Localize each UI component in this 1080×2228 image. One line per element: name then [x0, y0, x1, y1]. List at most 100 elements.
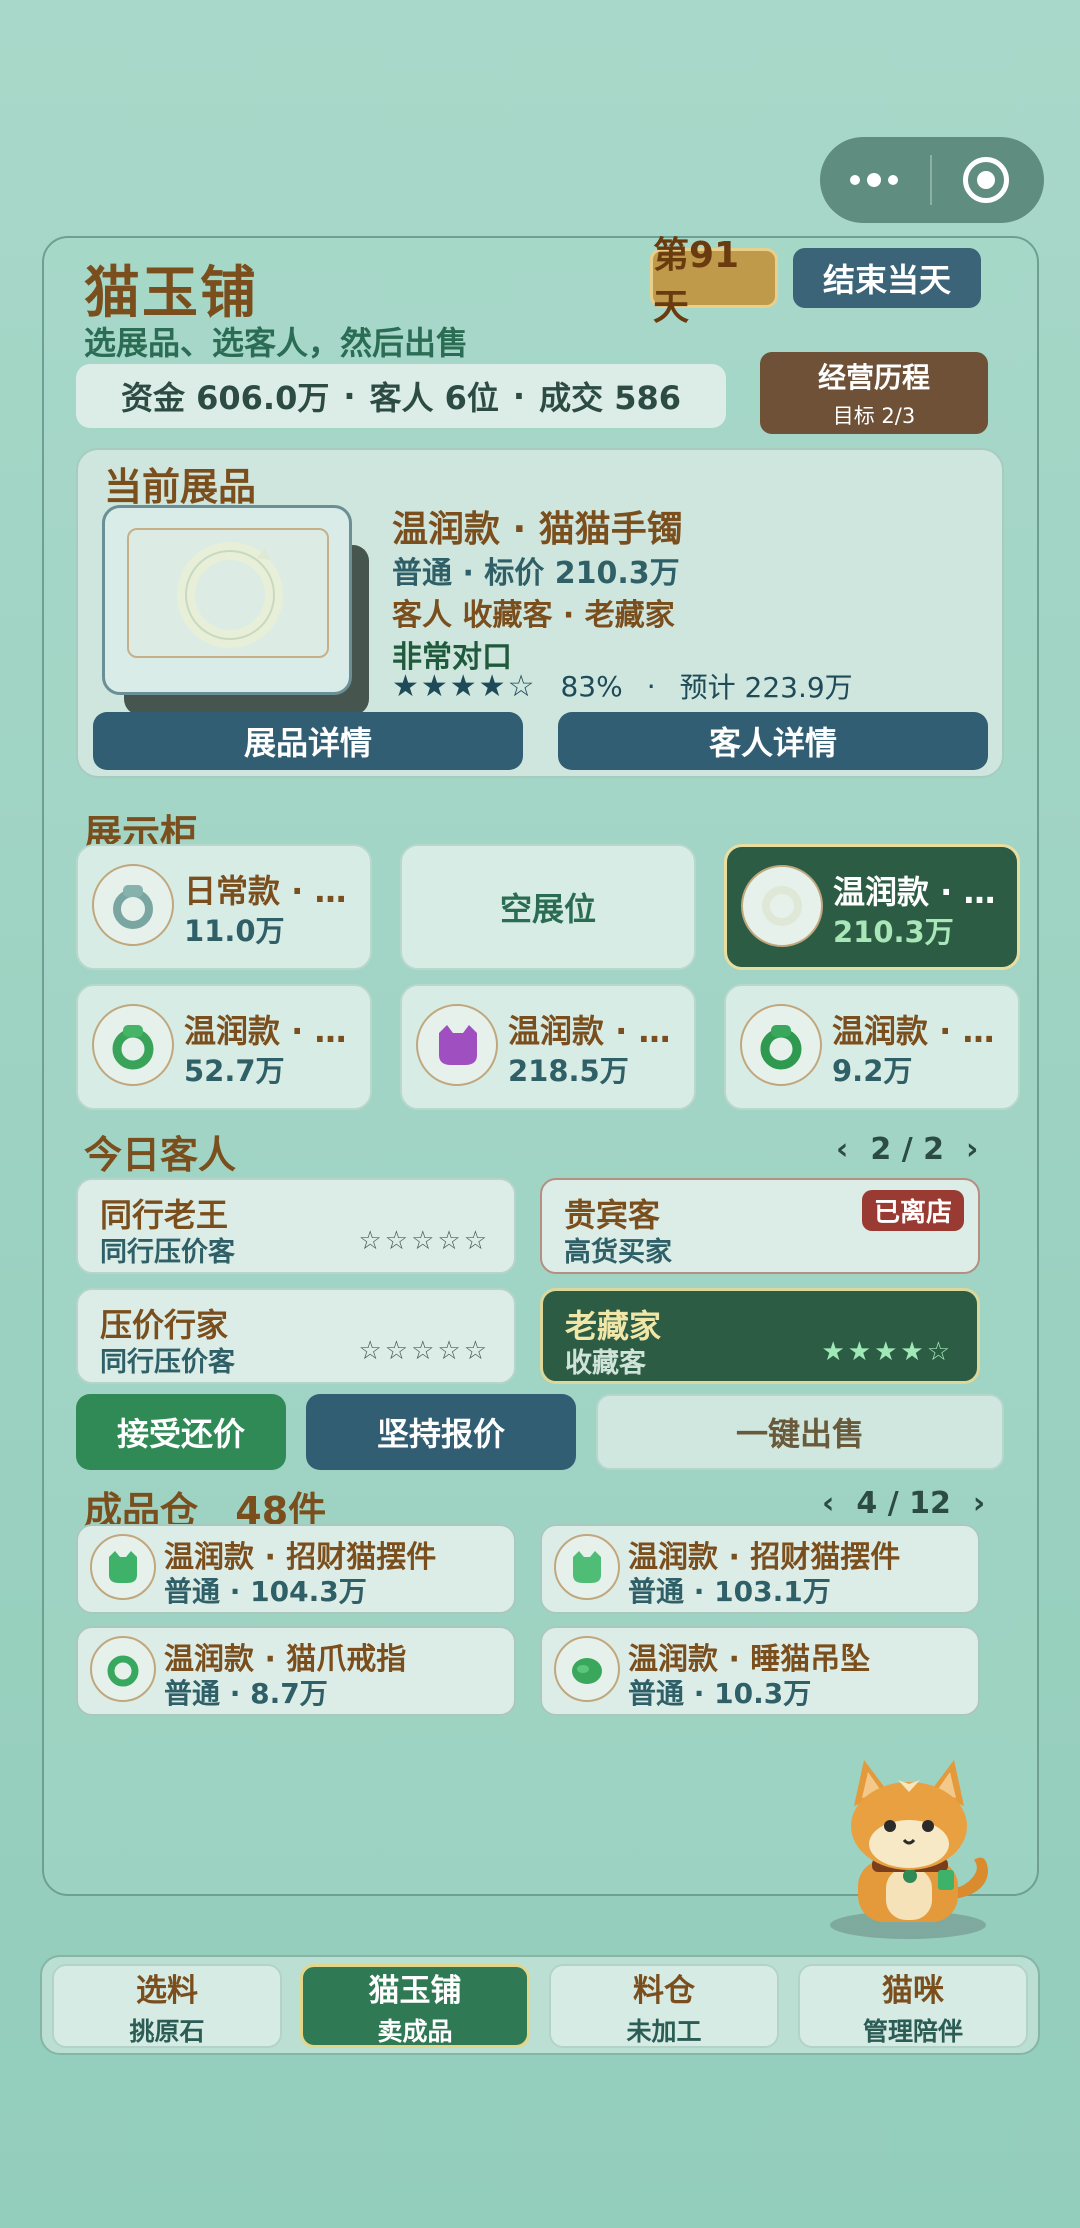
slot-name: 温润款 · 猫...: [832, 1012, 1022, 1050]
ring-icon: [740, 1004, 822, 1086]
showcase-slot[interactable]: 温润款 · 招... 218.5万: [400, 984, 698, 1110]
tab-cat[interactable]: 猫咪 管理陪伴: [798, 1964, 1028, 2048]
bangle-icon: [741, 865, 823, 947]
customer-stars: ★★★★☆: [821, 1337, 953, 1367]
prev-page-icon[interactable]: ‹: [836, 1132, 848, 1167]
tab-subtitle: 未加工: [626, 2016, 702, 2046]
slot-price: 52.7万: [184, 1054, 285, 1088]
cat-mascot[interactable]: [828, 1750, 1008, 1940]
customer-stars: ☆☆☆☆☆: [358, 1226, 490, 1256]
showcase-slot[interactable]: 温润款 · 猫... 52.7万: [76, 984, 374, 1110]
bangle-icon: [177, 542, 283, 648]
page-subtitle: 选展品、选客人，然后出售: [84, 324, 469, 362]
deals-stat: 成交 586: [539, 379, 682, 417]
showcase-slot-selected[interactable]: 温润款 · 猫... 210.3万: [724, 844, 1023, 970]
close-miniprogram-icon[interactable]: [963, 157, 1009, 203]
empty-slot-label: 空展位: [499, 890, 596, 928]
tab-title: 猫咪: [882, 1972, 944, 2009]
customer-card[interactable]: 贵宾客 高货买家 已离店: [540, 1178, 980, 1274]
end-day-button[interactable]: 结束当天: [793, 248, 981, 308]
item-detail: 普通 · 10.3万: [628, 1677, 812, 1710]
miniprogram-capsule: [820, 137, 1044, 223]
ring-icon: [90, 1636, 156, 1702]
stats-bar: 资金 606.0万 · 客人 6位 · 成交 586: [76, 364, 726, 428]
inventory-item[interactable]: 温润款 · 睡猫吊坠 普通 · 10.3万: [540, 1626, 980, 1716]
left-store-badge: 已离店: [861, 1190, 964, 1231]
exhibit-image-frame: [127, 528, 329, 658]
tab-material-storage[interactable]: 料仓 未加工: [549, 1964, 779, 2048]
slot-name: 温润款 · 猫...: [184, 1012, 374, 1050]
more-menu-icon[interactable]: [850, 167, 920, 193]
capsule-divider: [930, 155, 932, 205]
page-indicator: 2 / 2: [870, 1132, 944, 1167]
rating-stars: ★★★★☆: [392, 668, 537, 704]
inventory-item[interactable]: 温润款 · 招财猫摆件 普通 · 103.1万: [540, 1524, 980, 1614]
customer-type: 收藏客: [565, 1348, 646, 1379]
inventory-pager: ‹ 4 / 12 ›: [822, 1486, 985, 1521]
showcase-slot[interactable]: 日常款 · 猫... 11.0万: [76, 844, 374, 970]
estimate-price: 预计 223.9万: [679, 671, 853, 704]
customer-stars: ☆☆☆☆☆: [358, 1336, 490, 1366]
tab-select-material[interactable]: 选料 挑原石: [52, 1964, 282, 2048]
exhibit-section-title: 当前展品: [104, 465, 257, 509]
quick-sell-button[interactable]: 一键出售: [596, 1394, 1004, 1470]
history-label: 经营历程: [817, 361, 930, 394]
tab-subtitle: 挑原石: [129, 2016, 205, 2046]
next-page-icon[interactable]: ›: [966, 1132, 978, 1167]
cat-figure-icon: [90, 1534, 156, 1600]
ring-icon: [92, 1004, 174, 1086]
rating-separator: ·: [646, 669, 656, 703]
tab-jade-shop[interactable]: 猫玉铺 卖成品: [300, 1964, 530, 2048]
slot-price: 210.3万: [833, 915, 954, 949]
exhibit-thumbnail[interactable]: [102, 505, 352, 695]
tab-subtitle: 管理陪伴: [862, 2016, 963, 2046]
customer-detail-button[interactable]: 客人详情: [558, 712, 988, 770]
exhibit-detail-button[interactable]: 展品详情: [93, 712, 523, 770]
funds-stat: 资金 606.0万: [120, 379, 330, 417]
customers-section-title: 今日客人: [84, 1133, 237, 1177]
item-detail: 普通 · 103.1万: [628, 1575, 831, 1608]
tab-title: 选料: [136, 1972, 198, 2009]
exhibit-rating: ★★★★☆ 83% · 预计 223.9万: [392, 666, 853, 706]
customer-type: 同行压价客: [100, 1237, 235, 1268]
ring-icon: [92, 864, 174, 946]
customer-card-selected[interactable]: 老藏家 收藏客 ★★★★☆: [540, 1288, 980, 1384]
slot-name: 温润款 · 招...: [508, 1012, 698, 1050]
slot-price: 9.2万: [832, 1054, 913, 1088]
exhibit-customer: 客人 收藏客 · 老藏家: [392, 598, 675, 633]
next-page-icon[interactable]: ›: [973, 1486, 985, 1521]
item-detail: 普通 · 8.7万: [164, 1677, 328, 1710]
inventory-item[interactable]: 温润款 · 招财猫摆件 普通 · 104.3万: [76, 1524, 516, 1614]
inventory-item[interactable]: 温润款 · 猫爪戒指 普通 · 8.7万: [76, 1626, 516, 1716]
slot-price: 11.0万: [184, 914, 285, 948]
slot-name: 日常款 · 猫...: [184, 872, 374, 910]
exhibit-grade-price: 普通 · 标价 210.3万: [392, 556, 680, 591]
stats-separator: ·: [512, 377, 526, 415]
pendant-icon: [554, 1636, 620, 1702]
customer-type: 高货买家: [564, 1237, 672, 1268]
customers-stat: 客人 6位: [369, 379, 499, 417]
customer-type: 同行压价客: [100, 1347, 235, 1378]
tab-title: 猫玉铺: [368, 1972, 462, 2009]
tab-subtitle: 卖成品: [377, 2016, 453, 2046]
history-button[interactable]: 经营历程 目标 2/3: [760, 352, 988, 434]
stats-separator: ·: [343, 377, 356, 415]
customers-pager: ‹ 2 / 2 ›: [836, 1132, 978, 1167]
showcase-slot[interactable]: 温润款 · 猫... 9.2万: [724, 984, 1022, 1110]
slot-name: 温润款 · 猫...: [833, 873, 1023, 911]
day-badge: 第91天: [650, 235, 778, 328]
cat-figure-icon: [416, 1004, 498, 1086]
tab-title: 料仓: [633, 1972, 695, 2009]
slot-price: 218.5万: [508, 1054, 629, 1088]
accept-counteroffer-button[interactable]: 接受还价: [76, 1394, 286, 1470]
match-percent: 83%: [560, 669, 623, 703]
customer-card[interactable]: 同行老王 同行压价客 ☆☆☆☆☆: [76, 1178, 516, 1274]
customer-card[interactable]: 压价行家 同行压价客 ☆☆☆☆☆: [76, 1288, 516, 1384]
page-title: 猫玉铺: [84, 261, 258, 326]
exhibit-name: 温润款 · 猫猫手镯: [392, 509, 683, 550]
insist-price-button[interactable]: 坚持报价: [306, 1394, 576, 1470]
showcase-slot-empty[interactable]: 空展位: [400, 844, 696, 970]
page-indicator: 4 / 12: [856, 1486, 951, 1521]
item-detail: 普通 · 104.3万: [164, 1575, 367, 1608]
prev-page-icon[interactable]: ‹: [822, 1486, 834, 1521]
